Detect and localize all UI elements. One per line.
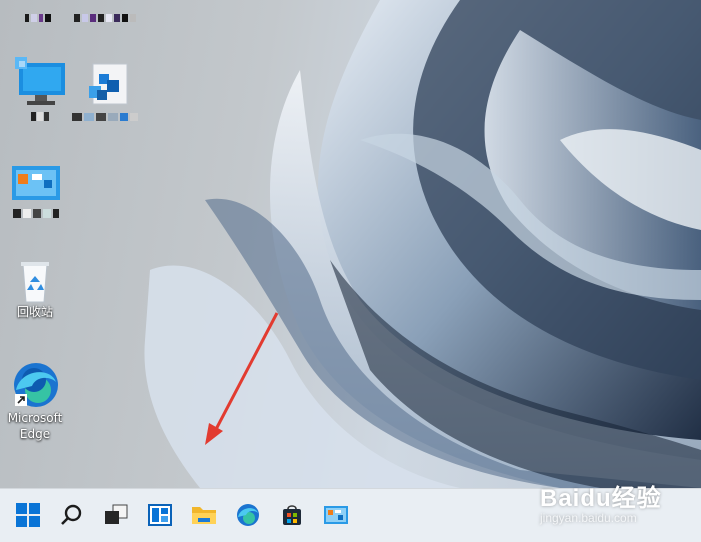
store-button[interactable]	[273, 496, 311, 534]
monitor-icon	[15, 57, 65, 105]
recycle-bin-label: 回收站	[16, 305, 53, 319]
task-view-icon	[105, 504, 128, 524]
desktop-icon-edge[interactable]: Microsoft Edge	[0, 360, 70, 442]
start-button[interactable]	[9, 496, 47, 534]
store-icon	[283, 505, 301, 525]
watermark-url: jingyan.baidu.com	[540, 511, 637, 525]
widgets-button[interactable]	[141, 496, 179, 534]
file-explorer-icon	[192, 507, 216, 524]
search-icon	[61, 504, 82, 525]
widgets-icon	[148, 504, 172, 526]
control-panel-taskbar-button[interactable]	[317, 496, 355, 534]
pixelated-label	[25, 14, 51, 22]
edge-taskbar-button[interactable]	[229, 496, 267, 534]
desktop: 回收站 Microsoft Edge	[0, 0, 701, 488]
watermark-brand: Baidu经验	[540, 485, 662, 512]
desktop-icon-pixelated-3[interactable]	[4, 55, 74, 123]
recycle-bin-icon	[21, 262, 49, 303]
desktop-icon-pixelated-2[interactable]	[70, 0, 140, 28]
control-panel-icon	[12, 166, 60, 200]
desktop-icon-pixelated-5[interactable]	[0, 160, 70, 220]
annotation-arrow	[205, 312, 279, 445]
pixelated-label	[74, 14, 136, 22]
pixelated-label	[31, 112, 49, 121]
desktop-icon-pixelated-1[interactable]	[0, 0, 70, 26]
control-panel-icon	[324, 506, 348, 524]
document-network-icon	[89, 63, 128, 105]
baidu-watermark: Baidu经验 jingyan.baidu.com	[540, 478, 700, 528]
desktop-icon-recycle-bin[interactable]: 回收站	[0, 258, 70, 320]
start-icon	[16, 503, 40, 527]
task-view-button[interactable]	[97, 496, 135, 534]
edge-icon	[237, 504, 259, 526]
pixelated-label	[13, 209, 59, 218]
edge-icon	[14, 363, 58, 407]
edge-label: Microsoft Edge	[7, 411, 63, 441]
search-button[interactable]	[53, 496, 91, 534]
desktop-icon-pixelated-4[interactable]	[70, 60, 140, 124]
pixelated-label	[72, 113, 138, 121]
file-explorer-button[interactable]	[185, 496, 223, 534]
